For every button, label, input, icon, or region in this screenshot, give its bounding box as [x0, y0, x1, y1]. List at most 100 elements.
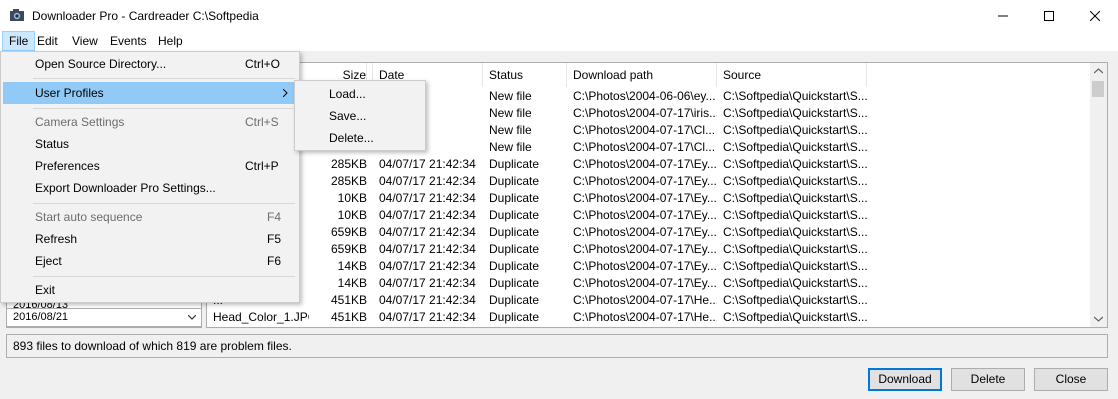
maximize-icon [1044, 10, 1054, 21]
menu-start-auto-sequence[interactable]: Start auto sequence F4 [3, 206, 297, 228]
cell-size: 659KB [330, 242, 367, 256]
cell-date: 04/07/17 21:42:34 [379, 157, 476, 171]
cell-path: C:\Photos\2004-07-17\Cl... [573, 123, 716, 137]
menu-eject[interactable]: Eject F6 [3, 250, 297, 272]
cell-date: 04/07/17 21:42:34 [379, 225, 476, 239]
cell-source: C:\Softpedia\Quickstart\S... [723, 242, 867, 256]
close-window-button[interactable] [1072, 0, 1118, 31]
cell-source: C:\Softpedia\Quickstart\S... [723, 208, 867, 222]
close-button[interactable]: Close [1034, 368, 1108, 391]
scrollbar-thumb[interactable] [1092, 81, 1104, 97]
menu-user-profiles[interactable]: User Profiles [3, 82, 297, 104]
maximize-button[interactable] [1026, 0, 1072, 31]
menu-preferences[interactable]: Preferences Ctrl+P [3, 155, 297, 177]
cell-source: C:\Softpedia\Quickstart\S... [723, 174, 867, 188]
table-row[interactable]: ...14KB04/07/17 21:42:34DuplicateC:\Phot… [207, 258, 1092, 275]
submenu-save[interactable]: Save... [297, 105, 423, 127]
cell-date: 04/07/17 21:42:34 [379, 276, 476, 290]
table-row[interactable]: ...10KB04/07/17 21:42:34DuplicateC:\Phot… [207, 207, 1092, 224]
close-icon [1090, 10, 1100, 21]
minimize-icon [998, 15, 1008, 16]
menu-separator [33, 78, 295, 79]
download-button[interactable]: Download [868, 368, 942, 391]
cell-source: C:\Softpedia\Quickstart\S... [723, 89, 867, 103]
cell-status: New file [489, 140, 532, 154]
cell-size: 451KB [330, 293, 367, 307]
cell-path: C:\Photos\2004-07-17\Ey... [573, 242, 717, 256]
column-header-status[interactable]: Status [483, 63, 567, 87]
table-row[interactable]: ...659KB04/07/17 21:42:34DuplicateC:\Pho… [207, 224, 1092, 241]
cell-status: Duplicate [489, 310, 540, 324]
cell-size: 659KB [330, 225, 367, 239]
vertical-scrollbar[interactable] [1090, 63, 1107, 327]
menu-events[interactable]: Events [104, 31, 153, 51]
menu-item-label: Save... [329, 109, 367, 123]
table-row[interactable]: ...14KB04/07/17 21:42:34DuplicateC:\Phot… [207, 275, 1092, 292]
date-dropdown[interactable]: 2016/08/21 [6, 308, 202, 327]
cell-path: C:\Photos\2004-07-17\Ey... [573, 157, 717, 171]
cell-path: C:\Photos\2004-07-17\Ey... [573, 191, 717, 205]
minimize-button[interactable] [980, 0, 1026, 31]
cell-size: 14KB [337, 259, 367, 273]
menu-refresh[interactable]: Refresh F5 [3, 228, 297, 250]
submenu-delete[interactable]: Delete... [297, 127, 423, 149]
cell-size: 10KB [337, 191, 367, 205]
menu-item-shortcut: Ctrl+P [245, 159, 279, 173]
menu-view[interactable]: View [66, 31, 104, 51]
cell-status: Duplicate [489, 225, 540, 239]
menu-item-label: Exit [35, 283, 56, 297]
cell-path: C:\Photos\2004-07-17\He... [573, 310, 717, 324]
date-dropdown-value: 2016/08/21 [13, 311, 69, 323]
cell-path: C:\Photos\2004-07-17\Ey... [573, 276, 717, 290]
cell-source: C:\Softpedia\Quickstart\S... [723, 191, 867, 205]
table-row[interactable]: ...659KB04/07/17 21:42:34DuplicateC:\Pho… [207, 241, 1092, 258]
cell-source: C:\Softpedia\Quickstart\S... [723, 225, 867, 239]
cell-path: C:\Photos\2004-07-17\Ey... [573, 225, 717, 239]
menu-item-label: User Profiles [35, 86, 104, 100]
cell-status: New file [489, 106, 532, 120]
cell-name: Head_Color_1.JPG [213, 310, 309, 324]
menu-exit[interactable]: Exit [3, 279, 297, 301]
menu-item-shortcut: Ctrl+O [245, 57, 281, 71]
scroll-down-icon [1094, 316, 1103, 322]
menu-item-shortcut: F5 [267, 232, 282, 246]
cell-status: Duplicate [489, 208, 540, 222]
cell-status: New file [489, 89, 532, 103]
menu-bar: File Edit View Events Help [0, 31, 1118, 51]
cell-date: 04/07/17 21:42:34 [379, 310, 476, 324]
cell-size: 14KB [337, 276, 367, 290]
menu-item-label: Export Downloader Pro Settings... [35, 181, 216, 195]
menu-open-source-directory[interactable]: Open Source Directory... Ctrl+O [3, 53, 297, 75]
submenu-load[interactable]: Load... [297, 83, 423, 105]
menu-help[interactable]: Help [152, 31, 189, 51]
column-header-download-path[interactable]: Download path [567, 63, 717, 87]
menu-status[interactable]: Status [3, 133, 297, 155]
table-row[interactable]: ...10KB04/07/17 21:42:34DuplicateC:\Phot… [207, 190, 1092, 207]
table-row[interactable]: ...285KB04/07/17 21:42:34DuplicateC:\Pho… [207, 173, 1092, 190]
submenu-arrow-icon [283, 89, 288, 97]
menu-separator [33, 108, 295, 109]
cell-status: New file [489, 123, 532, 137]
cell-source: C:\Softpedia\Quickstart\S... [723, 259, 867, 273]
menu-item-label: Load... [329, 87, 366, 101]
chevron-down-icon [188, 315, 196, 320]
cell-source: C:\Softpedia\Quickstart\S... [723, 140, 867, 154]
delete-button[interactable]: Delete [951, 368, 1025, 391]
cell-path: C:\Photos\2004-07-17\Ey... [573, 208, 717, 222]
menu-export-settings[interactable]: Export Downloader Pro Settings... [3, 177, 297, 199]
table-row[interactable]: Head_Color_1.JPG 451KB 04/07/17 21:42:34 Du… [207, 309, 1092, 326]
menu-camera-settings[interactable]: Camera Settings Ctrl+S [3, 111, 297, 133]
cell-path: C:\Photos\2004-07-17\Ey... [573, 259, 717, 273]
cell-source: C:\Softpedia\Quickstart\S... [723, 157, 867, 171]
menu-edit[interactable]: Edit [31, 31, 64, 51]
column-header-source[interactable]: Source [717, 63, 867, 87]
cell-date: 04/07/17 21:42:34 [379, 174, 476, 188]
table-row[interactable]: ...285KB04/07/17 21:42:34DuplicateC:\Pho… [207, 156, 1092, 173]
cell-status: Duplicate [489, 293, 540, 307]
cell-source: C:\Softpedia\Quickstart\S... [723, 123, 867, 137]
table-row[interactable]: ...451KB04/07/17 21:42:34DuplicateC:\Pho… [207, 292, 1092, 309]
cell-status: Duplicate [489, 276, 540, 290]
cell-status: Duplicate [489, 174, 540, 188]
cell-date: 04/07/17 21:42:34 [379, 191, 476, 205]
user-profiles-submenu: Load... Save... Delete... [294, 80, 426, 151]
